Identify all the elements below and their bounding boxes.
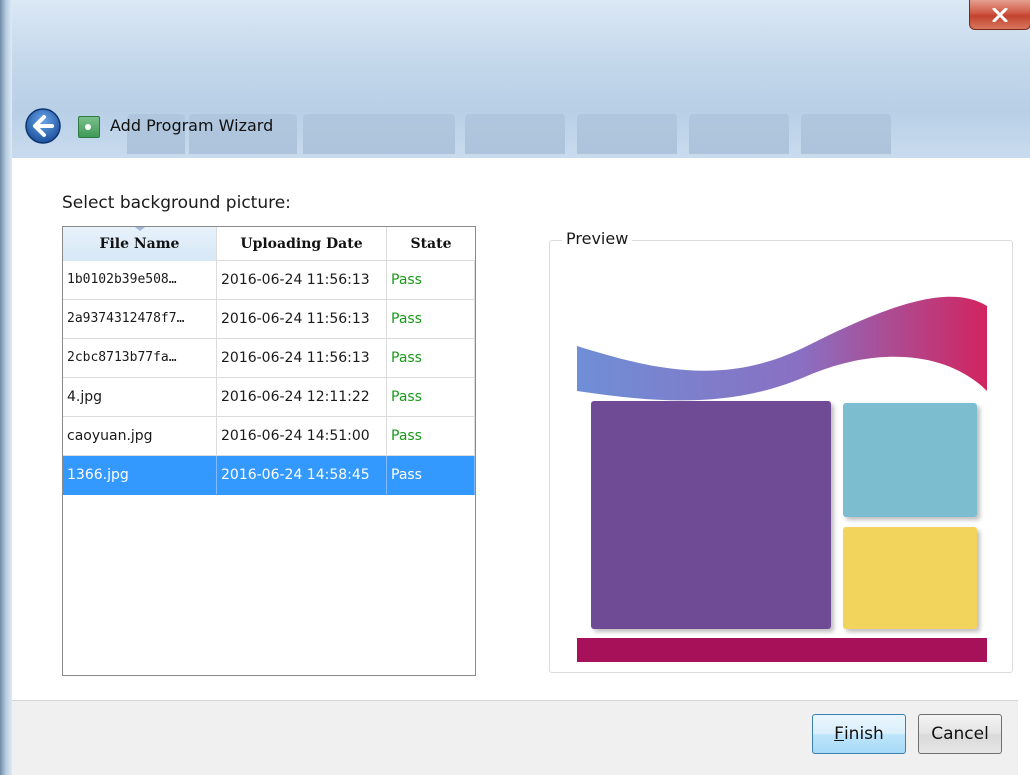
cell-state: Pass	[387, 300, 475, 339]
cell-file-name: caoyuan.jpg	[63, 417, 217, 456]
close-x-icon	[992, 7, 1008, 22]
column-header-state[interactable]: State	[387, 227, 475, 261]
app-green-icon	[78, 116, 100, 138]
cell-uploading-date: 2016-06-24 11:56:13	[217, 261, 387, 300]
table-row[interactable]: 4.jpg 2016-06-24 12:11:22 Pass	[63, 378, 475, 417]
table-row-selected[interactable]: 1366.jpg 2016-06-24 14:58:45 Pass	[63, 456, 475, 495]
cell-state: Pass	[387, 456, 475, 495]
cell-state: Pass	[387, 378, 475, 417]
preview-big-tile	[591, 401, 831, 629]
back-arrow-icon[interactable]	[24, 107, 62, 145]
preview-top-right-tile	[843, 403, 977, 517]
cell-uploading-date: 2016-06-24 11:56:13	[217, 339, 387, 378]
cell-uploading-date: 2016-06-24 12:11:22	[217, 378, 387, 417]
cancel-button[interactable]: Cancel	[918, 714, 1002, 754]
window-left-edge	[0, 0, 12, 775]
wizard-footer: Finish Cancel	[12, 700, 1018, 775]
preview-bottom-bar	[577, 638, 987, 662]
cell-state: Pass	[387, 339, 475, 378]
finish-button[interactable]: Finish	[812, 714, 906, 754]
wizard-content: Select background picture: File Name Upl…	[12, 158, 1018, 700]
cell-state: Pass	[387, 261, 475, 300]
cell-uploading-date: 2016-06-24 14:51:00	[217, 417, 387, 456]
window-title: Add Program Wizard	[110, 116, 274, 135]
cell-file-name: 2cbc8713b77fa…	[63, 339, 217, 378]
table-row[interactable]: 2cbc8713b77fa… 2016-06-24 11:56:13 Pass	[63, 339, 475, 378]
table-row[interactable]: 2a9374312478f7… 2016-06-24 11:56:13 Pass	[63, 300, 475, 339]
table-row[interactable]: 1b0102b39e508… 2016-06-24 11:56:13 Pass	[63, 261, 475, 300]
cell-file-name: 2a9374312478f7…	[63, 300, 217, 339]
table-row[interactable]: caoyuan.jpg 2016-06-24 14:51:00 Pass	[63, 417, 475, 456]
ghost-tab	[801, 114, 891, 154]
ghost-tab	[303, 114, 455, 154]
ghost-tab	[465, 114, 565, 154]
ghost-tab	[577, 114, 677, 154]
preview-bottom-right-tile	[843, 527, 977, 629]
cell-uploading-date: 2016-06-24 14:58:45	[217, 456, 387, 495]
table-body: 1b0102b39e508… 2016-06-24 11:56:13 Pass …	[63, 261, 475, 495]
table-header: File Name Uploading Date State	[63, 227, 475, 261]
cell-file-name: 1366.jpg	[63, 456, 217, 495]
cell-file-name: 1b0102b39e508…	[63, 261, 217, 300]
close-button[interactable]	[969, 0, 1030, 30]
column-header-file-name[interactable]: File Name	[63, 227, 217, 261]
cell-state: Pass	[387, 417, 475, 456]
ghost-tab	[689, 114, 789, 154]
cell-file-name: 4.jpg	[63, 378, 217, 417]
preview-wave	[577, 296, 987, 401]
preview-image	[577, 296, 987, 662]
preview-legend: Preview	[562, 229, 633, 248]
column-header-uploading-date[interactable]: Uploading Date	[217, 227, 387, 261]
sort-indicator-icon	[134, 227, 145, 231]
file-table[interactable]: File Name Uploading Date State 1b0102b39…	[62, 226, 476, 676]
cell-uploading-date: 2016-06-24 11:56:13	[217, 300, 387, 339]
select-background-label: Select background picture:	[62, 193, 291, 213]
preview-group: Preview	[549, 229, 1013, 673]
